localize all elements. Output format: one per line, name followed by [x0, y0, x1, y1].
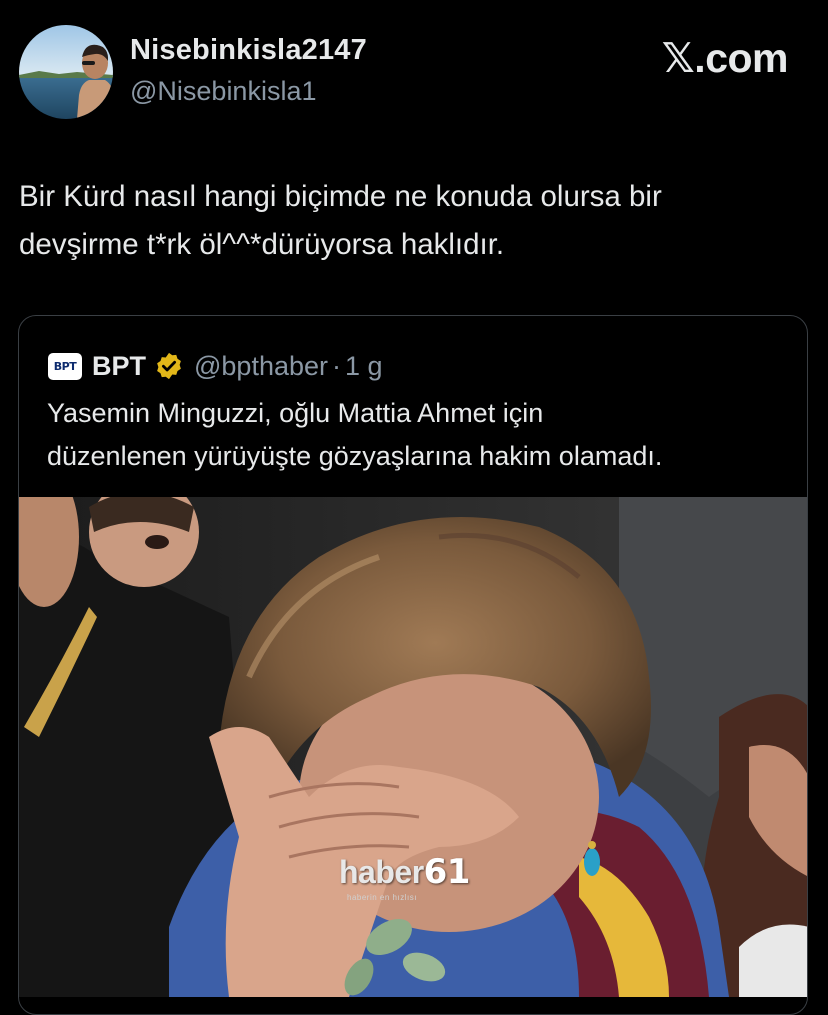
x-logo: 𝕏.com: [661, 35, 789, 81]
quoted-author-handle[interactable]: @bpthaber: [194, 351, 328, 382]
watermark-number: 61: [423, 852, 471, 892]
quoted-tweet-media[interactable]: haber61 haberin en hızlısı: [19, 497, 807, 997]
quoted-tweet-card[interactable]: BPT BPT @bpthaber · 1 g Yasemin Minguzzi…: [18, 315, 808, 1015]
media-watermark: haber61: [339, 852, 470, 892]
quoted-author-avatar[interactable]: BPT: [48, 352, 82, 380]
tweet-text: Bir Kürd nasıl hangi biçimde ne konuda o…: [19, 180, 662, 261]
quoted-tweet-time[interactable]: 1 g: [345, 351, 383, 382]
gold-verified-badge-icon: [157, 352, 181, 380]
media-photo: [19, 497, 807, 997]
author-avatar[interactable]: [19, 25, 113, 119]
quoted-tweet-text: Yasemin Minguzzi, oğlu Mattia Ahmet için…: [47, 398, 663, 471]
author-handle[interactable]: @Nisebinkisla1: [130, 76, 316, 107]
avatar-photo: [19, 25, 113, 119]
quoted-tweet-header: BPT BPT @bpthaber · 1 g: [48, 346, 383, 386]
watermark-subtitle: haberin en hızlısı: [347, 893, 417, 902]
quoted-author-name[interactable]: BPT: [92, 351, 146, 382]
separator-dot: ·: [332, 350, 341, 381]
author-display-name[interactable]: Nisebinkisla2147: [130, 34, 367, 67]
watermark-text: haber: [339, 854, 424, 890]
